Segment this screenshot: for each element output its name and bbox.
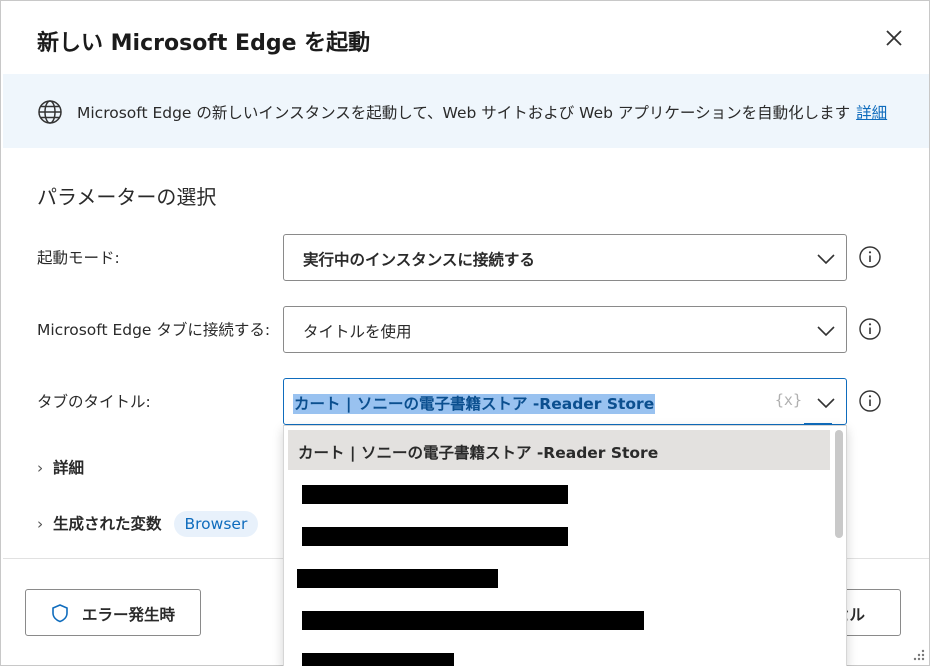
info-description: Microsoft Edge の新しいインスタンスを起動して、Web サイトおよ… [77,104,851,122]
redacted-text [297,569,498,588]
tab-title-label: タブのタイトル: [37,393,151,411]
chevron-right-icon: › [37,459,44,477]
globe-icon [38,100,62,124]
dropdown-item[interactable] [288,598,830,638]
info-text: Microsoft Edge の新しいインスタンスを起動して、Web サイトおよ… [77,101,887,123]
redacted-text [302,485,568,504]
variable-chip-browser[interactable]: Browser [173,511,259,537]
redacted-text [302,611,644,630]
attach-tab-label: Microsoft Edge タブに接続する: [37,321,271,339]
chevron-down-icon [817,254,835,265]
attach-tab-select[interactable]: タイトルを使用 [283,306,847,353]
tab-title-combobox[interactable]: カート | ソニーの電子書籍ストア -Reader Store {x} [283,378,847,425]
details-label: 詳細 [53,459,85,477]
dropdown-item[interactable] [288,640,830,666]
chevron-down-icon [817,326,835,337]
info-bar: Microsoft Edge の新しいインスタンスを起動して、Web サイトおよ… [3,74,929,148]
resize-grip-icon[interactable] [907,647,927,663]
dropdown-item[interactable] [288,556,830,596]
tab-title-dropdown: カート | ソニーの電子書籍ストア -Reader Store [283,425,847,666]
learn-more-link[interactable]: 詳細 [856,104,887,122]
info-icon[interactable] [858,389,882,413]
dropdown-item-label: カート | ソニーの電子書籍ストア -Reader Store [298,444,659,462]
generated-variables-label: 生成された変数 [53,515,162,533]
tab-title-input[interactable]: カート | ソニーの電子書籍ストア -Reader Store [293,392,656,414]
chevron-right-icon: › [37,515,44,533]
launch-mode-label: 起動モード: [37,249,120,267]
dropdown-scrollbar[interactable] [834,428,844,666]
details-expander[interactable]: › 詳細 [37,456,84,478]
info-icon[interactable] [858,245,882,269]
launch-mode-value: 実行中のインスタンスに接続する [303,251,535,269]
dropdown-item[interactable]: カート | ソニーの電子書籍ストア -Reader Store [288,430,830,470]
variable-picker-icon[interactable]: {x} [775,391,802,409]
launch-edge-dialog: 新しい Microsoft Edge を起動 Microsoft Edge の新… [0,0,930,666]
on-error-button[interactable]: エラー発生時 [25,589,201,636]
section-title: パラメーターの選択 [37,185,217,209]
info-icon[interactable] [858,317,882,341]
shield-icon [52,604,68,623]
chevron-down-icon[interactable] [816,393,836,413]
dropdown-item[interactable] [288,514,830,554]
tab-title-selected-text: カート | ソニーの電子書籍ストア -Reader Store [293,394,656,414]
attach-tab-value: タイトルを使用 [303,323,412,341]
redacted-text [302,527,568,546]
launch-mode-select[interactable]: 実行中のインスタンスに接続する [283,234,847,281]
close-icon[interactable] [881,25,907,51]
dropdown-item[interactable] [288,472,830,512]
on-error-label: エラー発生時 [82,606,176,624]
scrollbar-thumb[interactable] [835,430,843,538]
dialog-title: 新しい Microsoft Edge を起動 [37,31,371,56]
redacted-text [302,653,454,666]
generated-variables-expander[interactable]: › 生成された変数 Browser [37,511,259,537]
